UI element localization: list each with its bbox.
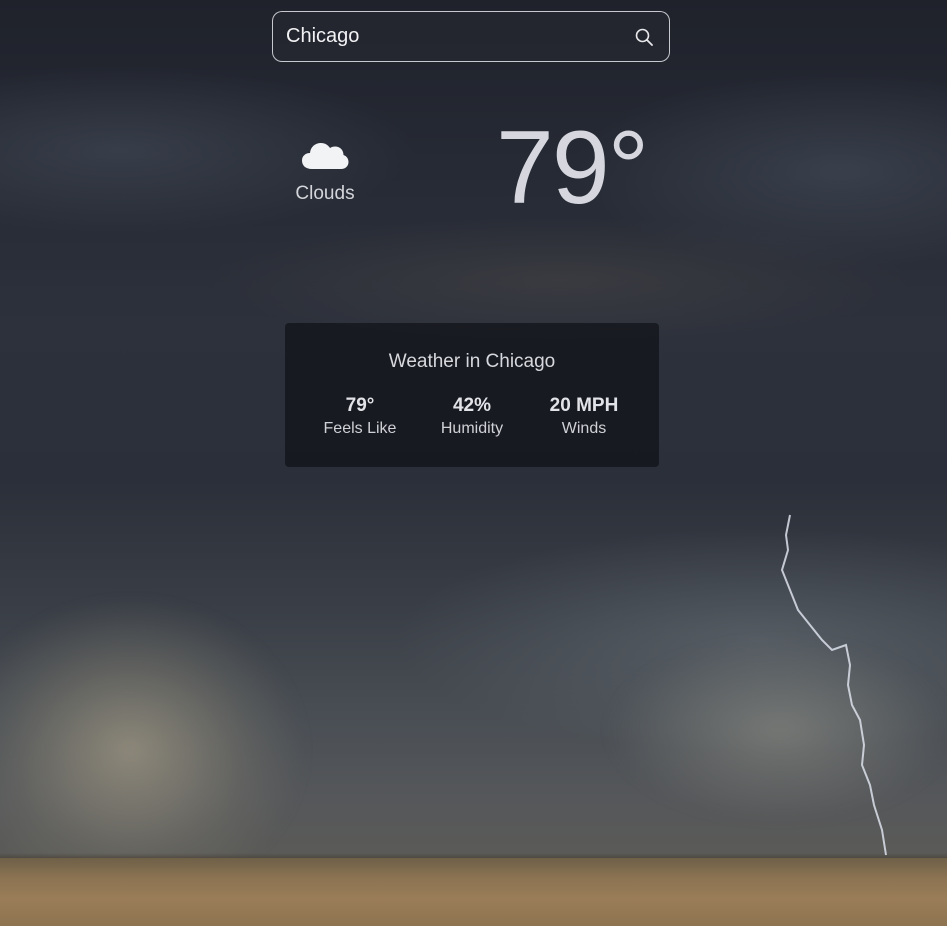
humidity-label: Humidity xyxy=(440,420,504,437)
search-input[interactable] xyxy=(273,12,633,61)
stat-feels-like: 79° Feels Like xyxy=(305,395,415,438)
winds-label: Winds xyxy=(561,420,607,437)
stats-row: 79° Feels Like 42% Humidity 20 MPH Winds xyxy=(285,395,659,438)
temperature: 79° xyxy=(496,110,649,226)
weather-details-card: Weather in Chicago 79° Feels Like 42% Hu… xyxy=(285,323,659,467)
cloud-icon xyxy=(302,143,349,169)
stat-winds: 20 MPH Winds xyxy=(529,395,639,438)
feels-like-value: 79° xyxy=(345,395,375,416)
condition-label: Clouds xyxy=(295,183,355,204)
humidity-value: 42% xyxy=(452,395,492,416)
lightning-bolt xyxy=(780,514,887,856)
search-icon[interactable] xyxy=(633,26,655,48)
rain-shaft xyxy=(0,560,380,870)
weather-app: Clouds 79° Weather in Chicago 79° Feels … xyxy=(0,0,947,926)
card-title: Weather in Chicago xyxy=(388,351,556,372)
winds-value: 20 MPH xyxy=(549,395,619,416)
feels-like-label: Feels Like xyxy=(323,420,397,437)
search-bar xyxy=(272,11,670,62)
current-condition: Clouds xyxy=(285,135,365,205)
stat-humidity: 42% Humidity xyxy=(417,395,527,438)
